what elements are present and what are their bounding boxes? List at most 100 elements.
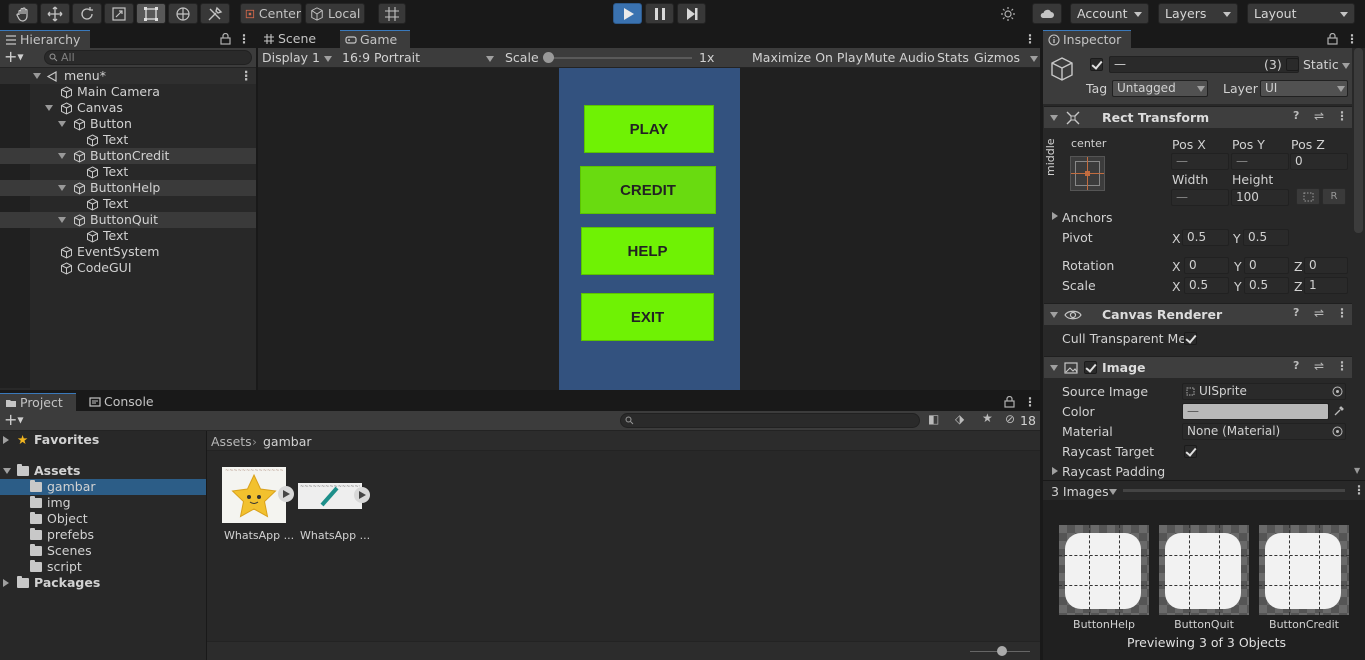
- tab-game[interactable]: Game: [340, 30, 410, 48]
- lock-icon[interactable]: [1004, 396, 1015, 408]
- assets-folder[interactable]: Assets: [0, 463, 206, 479]
- rotate-tool-button[interactable]: [72, 3, 102, 24]
- breadcrumb-gambar[interactable]: gambar: [263, 434, 312, 449]
- chevron-down-icon[interactable]: [1109, 489, 1117, 495]
- kebab-menu-icon[interactable]: ⋮: [1346, 33, 1358, 45]
- folder-item[interactable]: img: [0, 495, 206, 511]
- kebab-menu-icon[interactable]: ⋮: [1353, 483, 1365, 497]
- asset-thumbnail-1[interactable]: ~~~~~~~~~~~~~~~~~~~~~~~~~~: [222, 467, 286, 523]
- object-picker-icon[interactable]: [1332, 386, 1343, 397]
- expand-play-button-1[interactable]: [278, 486, 294, 502]
- kebab-menu-icon[interactable]: ⋮: [1336, 306, 1348, 320]
- scale-tool-button[interactable]: [104, 3, 134, 24]
- fold-arrow-icon[interactable]: [1052, 212, 1058, 220]
- raycast-target-checkbox[interactable]: [1184, 445, 1197, 458]
- favorites-folder[interactable]: ★ Favorites: [0, 432, 206, 448]
- kebab-menu-icon[interactable]: ⋮: [1336, 109, 1348, 123]
- hierarchy-item[interactable]: Canvas: [0, 100, 256, 116]
- pivot-x-field[interactable]: 0.5: [1182, 229, 1229, 246]
- canvas-renderer-header[interactable]: Canvas Renderer ? ⇌ ⋮: [1044, 303, 1352, 325]
- folder-item[interactable]: prefebs: [0, 527, 206, 543]
- exit-game-button[interactable]: EXIT: [581, 293, 714, 341]
- fold-arrow-icon[interactable]: [3, 468, 11, 474]
- maximize-on-play-toggle[interactable]: Maximize On Play: [752, 50, 863, 66]
- kebab-menu-icon[interactable]: ⋮: [1024, 33, 1036, 45]
- cull-transparent-checkbox[interactable]: [1184, 332, 1197, 345]
- move-tool-button[interactable]: [40, 3, 70, 24]
- scale-slider-track[interactable]: [546, 57, 692, 59]
- posy-field[interactable]: —: [1231, 153, 1289, 170]
- hierarchy-item[interactable]: Main Camera: [0, 84, 256, 100]
- account-dropdown[interactable]: Account: [1070, 3, 1149, 24]
- rotation-x-field[interactable]: 0: [1184, 257, 1229, 274]
- hierarchy-item[interactable]: Text: [0, 196, 256, 212]
- scroll-down-arrow-icon[interactable]: ▼: [1354, 466, 1360, 475]
- preview-sprite-tile[interactable]: [1159, 525, 1249, 615]
- hand-tool-button[interactable]: [8, 3, 38, 24]
- image-header[interactable]: Image ? ⇌ ⋮: [1044, 356, 1352, 378]
- hierarchy-item[interactable]: ButtonHelp: [0, 180, 256, 196]
- layout-dropdown[interactable]: Layout: [1247, 3, 1355, 24]
- expand-play-button-2[interactable]: [354, 487, 370, 503]
- scale-x-field[interactable]: 0.5: [1184, 277, 1229, 294]
- hierarchy-item[interactable]: ButtonQuit: [0, 212, 256, 228]
- rect-tool-button[interactable]: [136, 3, 166, 24]
- kebab-menu-icon[interactable]: ⋮: [1336, 359, 1348, 373]
- help-game-button[interactable]: HELP: [581, 227, 714, 275]
- fold-arrow-icon[interactable]: [3, 436, 9, 444]
- fold-arrow-icon[interactable]: [1052, 467, 1058, 475]
- chevron-down-icon[interactable]: [1342, 63, 1350, 69]
- create-plus-button[interactable]: +▼: [4, 49, 34, 65]
- mute-audio-toggle[interactable]: Mute Audio: [864, 50, 935, 66]
- hierarchy-item[interactable]: ButtonCredit: [0, 148, 256, 164]
- play-game-button[interactable]: PLAY: [584, 105, 714, 153]
- fold-arrow-icon[interactable]: [58, 153, 66, 159]
- preset-sliders-icon[interactable]: ⇌: [1314, 109, 1324, 123]
- kebab-menu-icon[interactable]: ⋮: [240, 68, 253, 84]
- source-image-field[interactable]: UISprite: [1182, 383, 1346, 400]
- folder-item[interactable]: Object: [0, 511, 206, 527]
- favorite-star-icon[interactable]: ★: [982, 411, 993, 425]
- filter-by-type-icon[interactable]: ◧: [928, 412, 939, 426]
- material-field[interactable]: None (Material): [1182, 423, 1346, 440]
- display-dropdown[interactable]: Display 1: [262, 50, 334, 66]
- preset-sliders-icon[interactable]: ⇌: [1314, 306, 1324, 320]
- help-icon[interactable]: ?: [1293, 306, 1299, 319]
- lock-icon[interactable]: [1327, 33, 1338, 45]
- pivot-y-field[interactable]: 0.5: [1243, 229, 1289, 246]
- eyedropper-icon[interactable]: [1333, 405, 1345, 417]
- asset-label-1[interactable]: WhatsApp ...: [224, 529, 294, 542]
- object-picker-icon[interactable]: [1332, 426, 1343, 437]
- preview-sprite-tile[interactable]: [1259, 525, 1349, 615]
- rotation-y-field[interactable]: 0: [1244, 257, 1289, 274]
- play-button[interactable]: [613, 3, 642, 24]
- asset-thumbnail-2[interactable]: ~~~~~~~~~~~~~~~~~~~~~~~~~~~~~~~~~~~~~: [298, 483, 362, 509]
- height-field[interactable]: 100: [1231, 189, 1289, 206]
- active-checkbox[interactable]: [1090, 58, 1103, 71]
- posz-field[interactable]: 0: [1290, 153, 1348, 170]
- fold-arrow-icon[interactable]: [58, 185, 66, 191]
- icon-size-slider-handle[interactable]: [997, 646, 1007, 656]
- layer-dropdown[interactable]: UI: [1260, 80, 1348, 97]
- preview-resize-bar[interactable]: [1123, 489, 1345, 492]
- scene-row[interactable]: menu* ⋮: [0, 68, 256, 84]
- fold-arrow-icon[interactable]: [45, 105, 53, 111]
- anchor-presets-button[interactable]: [1070, 156, 1105, 191]
- stats-toggle[interactable]: Stats: [937, 50, 969, 66]
- step-button[interactable]: [677, 3, 706, 24]
- folder-item[interactable]: gambar: [0, 479, 206, 495]
- custom-tool-button[interactable]: [200, 3, 230, 24]
- preview-sprite-tile[interactable]: [1059, 525, 1149, 615]
- preview-dropdown[interactable]: 3 Images: [1051, 484, 1109, 499]
- preset-sliders-icon[interactable]: ⇌: [1314, 359, 1324, 373]
- tab-inspector[interactable]: Inspector: [1043, 30, 1131, 48]
- inspector-scrollbar[interactable]: [1354, 48, 1363, 233]
- pivot-rotation-button[interactable]: Local: [305, 3, 365, 24]
- posx-field[interactable]: —: [1171, 153, 1229, 170]
- color-swatch-field[interactable]: —: [1182, 403, 1329, 420]
- scale-slider-handle[interactable]: [543, 52, 554, 63]
- tab-project[interactable]: Project: [0, 393, 76, 411]
- tab-scene[interactable]: Scene: [258, 30, 336, 48]
- filter-by-label-icon[interactable]: ⬗: [955, 412, 964, 426]
- asset-label-2[interactable]: WhatsApp ...: [300, 529, 370, 542]
